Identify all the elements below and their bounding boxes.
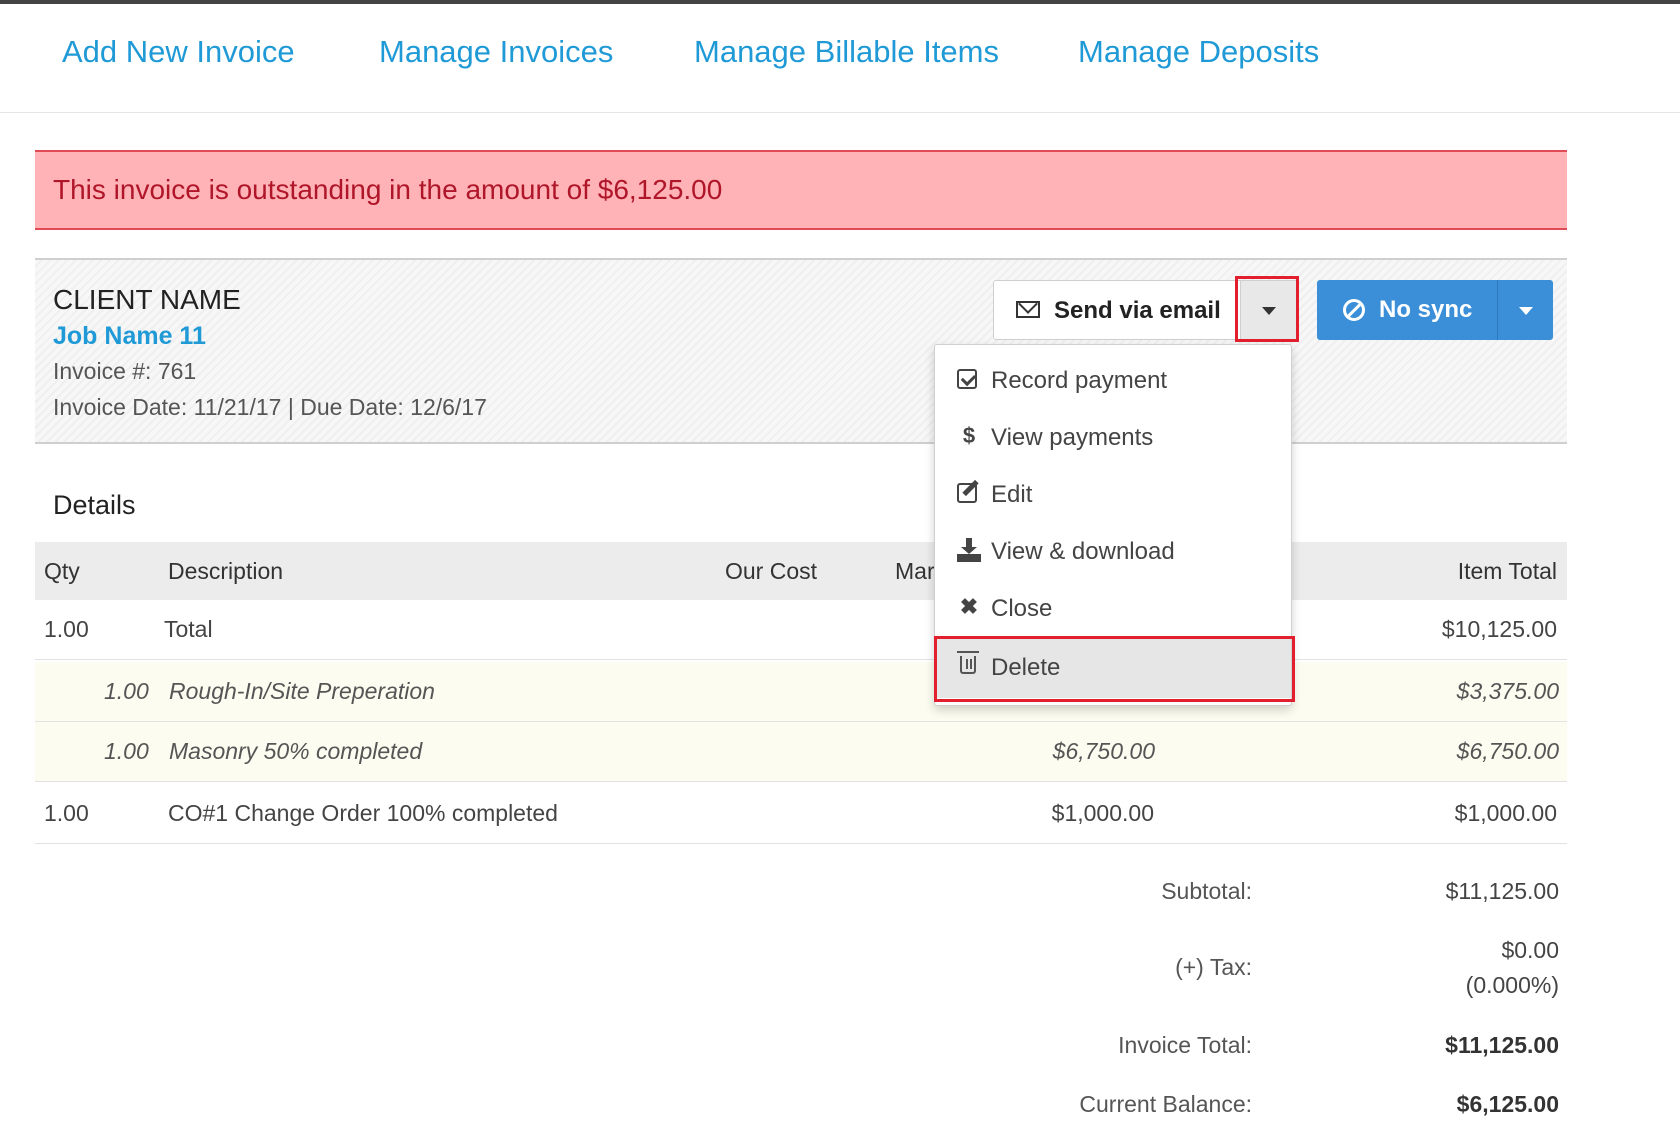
details-heading: Details [53,490,136,520]
invoice-total-value: $11,125.00 [1445,1032,1559,1058]
tax-rate: (0.000%) [1465,972,1559,998]
ban-icon [1343,299,1365,321]
col-description: Description [168,558,284,584]
table-row: 1.00 CO#1 Change Order 100% completed $1… [35,784,1567,844]
top-nav: Add New Invoice Manage Invoices Manage B… [0,4,1680,113]
menu-item-view-payments[interactable]: $ View payments [935,410,1291,466]
col-markup: Mar [895,558,935,584]
row-description: CO#1 Change Order 100% completed [168,800,558,826]
menu-item-label: View & download [991,538,1175,565]
table-row: 1.00 Masonry 50% completed $6,750.00 $6,… [35,722,1567,782]
invoice-dates: Invoice Date: 11/21/17 | Due Date: 12/6/… [53,394,487,420]
menu-item-close[interactable]: ✖ Close [935,581,1291,637]
row-item-total: $10,125.00 [1441,616,1557,642]
menu-item-label: View payments [991,424,1154,451]
row-qty: 1.00 [104,678,149,704]
nav-manage-billable-items[interactable]: Manage Billable Items [694,34,999,70]
nav-manage-deposits[interactable]: Manage Deposits [1078,34,1319,70]
edit-icon [957,483,977,503]
send-via-email-label: Send via email [1054,297,1221,324]
row-item-total: $6,750.00 [1456,738,1559,764]
row-item-total: $1,000.00 [1454,800,1557,826]
subtotal-value: $11,125.00 [1445,878,1559,904]
delete-highlight [934,636,1295,702]
tax-value: $0.00 [1501,937,1559,963]
invoice-number: Invoice #: 761 [53,358,197,384]
menu-item-label: Close [991,595,1053,622]
col-our-cost: Our Cost [725,558,818,584]
download-icon [957,538,981,562]
details-table-header: Qty Description Our Cost Mar Item Total [35,542,1567,600]
row-qty: 1.00 [104,738,149,764]
row-amount: $1,000.00 [1051,800,1154,826]
no-sync-button[interactable]: No sync [1317,280,1497,340]
row-item-total: $3,375.00 [1456,678,1559,704]
row-description: Masonry 50% completed [169,738,423,764]
col-qty: Qty [44,558,80,584]
close-icon: ✖ [959,594,979,619]
table-row: 1.00 Rough-In/Site Preperation $3,375.00 [35,662,1567,722]
tax-label: (+) Tax: [1175,954,1252,980]
menu-item-edit[interactable]: Edit [935,467,1291,523]
envelope-icon [1016,301,1040,318]
alert-text: This invoice is outstanding in the amoun… [53,174,723,205]
table-row: 1.00 Total $10,125.00 [35,600,1567,660]
subtotal-label: Subtotal: [1161,878,1252,904]
row-amount: $6,750.00 [1052,738,1155,764]
row-description: Total [164,616,213,642]
row-description: Rough-In/Site Preperation [169,678,435,704]
client-name: CLIENT NAME [53,284,241,315]
nav-add-new-invoice[interactable]: Add New Invoice [62,34,295,70]
no-sync-label: No sync [1379,296,1473,323]
dollar-icon: $ [962,423,976,448]
job-name-link[interactable]: Job Name 11 [53,322,206,351]
col-item-total: Item Total [1457,558,1557,584]
menu-item-label: Record payment [991,367,1168,394]
invoice-total-label: Invoice Total: [1118,1032,1252,1058]
dropdown-toggle-highlight [1235,276,1299,342]
caret-down-icon [1518,307,1533,315]
current-balance-label: Current Balance: [1079,1091,1252,1117]
row-qty: 1.00 [44,800,89,826]
invoice-header: CLIENT NAME Job Name 11 Invoice #: 761 I… [35,258,1567,444]
nav-manage-invoices[interactable]: Manage Invoices [379,34,613,70]
outstanding-alert: This invoice is outstanding in the amoun… [35,150,1567,230]
menu-item-record-payment[interactable]: Record payment [935,353,1291,409]
sync-dropdown-toggle[interactable] [1497,280,1553,340]
check-square-icon [957,369,977,389]
current-balance-value: $6,125.00 [1456,1091,1559,1117]
row-qty: 1.00 [44,616,89,642]
menu-item-label: Edit [991,481,1033,508]
menu-item-view-download[interactable]: View & download [935,524,1291,580]
send-via-email-button[interactable]: Send via email [993,280,1241,340]
